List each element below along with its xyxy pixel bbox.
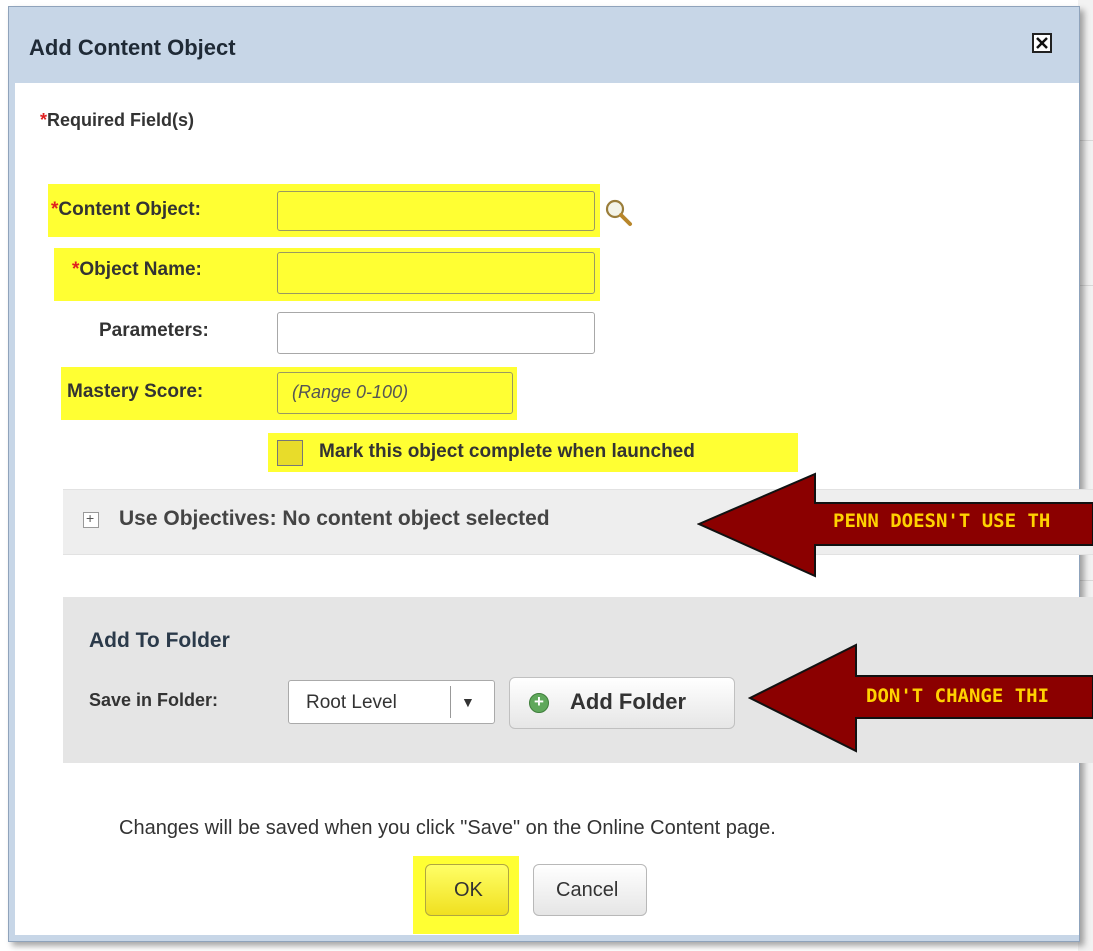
dialog-title: Add Content Object	[29, 35, 236, 60]
folder-select-value: Root Level	[306, 692, 397, 713]
close-icon	[1036, 37, 1048, 49]
add-to-folder-heading: Add To Folder	[89, 629, 230, 652]
required-note-text: Required Field(s)	[47, 110, 195, 130]
content-object-input[interactable]	[277, 191, 595, 231]
parameters-input[interactable]	[277, 312, 595, 354]
chevron-down-icon[interactable]: ▼	[461, 694, 475, 710]
mastery-score-label: Mastery Score:	[67, 381, 204, 402]
content-object-label-text: Content Object:	[58, 199, 201, 220]
required-fields-note: *Required Field(s)	[40, 110, 194, 131]
footer-note: Changes will be saved when you click "Sa…	[119, 817, 776, 839]
add-folder-label: Add Folder	[570, 689, 687, 714]
content-object-label: *Content Object:	[51, 199, 201, 221]
save-in-folder-label: Save in Folder:	[89, 690, 219, 710]
expand-icon[interactable]: +	[83, 510, 99, 528]
background-divider	[1080, 285, 1093, 286]
select-divider	[450, 686, 451, 718]
expand-glyph: +	[86, 510, 95, 526]
object-name-label: *Object Name:	[72, 259, 202, 281]
background-divider	[1080, 140, 1093, 141]
use-objectives-text[interactable]: Use Objectives: No content object select…	[119, 507, 550, 531]
ok-button[interactable]: OK	[425, 864, 509, 916]
required-star: *	[40, 110, 48, 130]
object-name-label-text: Object Name:	[79, 259, 202, 280]
mark-complete-label: Mark this object complete when launched	[319, 441, 695, 462]
dialog-titlebar[interactable]: Add Content Object	[9, 7, 1079, 83]
cancel-label: Cancel	[556, 879, 619, 901]
mastery-score-placeholder: (Range 0-100)	[292, 382, 409, 402]
callout-text-folder: DON'T CHANGE THI	[866, 685, 1050, 707]
object-name-input[interactable]	[277, 252, 595, 294]
callout-text-objectives: PENN DOESN'T USE TH	[833, 510, 1051, 532]
close-button[interactable]	[1032, 33, 1052, 53]
ok-label: OK	[454, 879, 483, 901]
search-icon[interactable]	[604, 198, 634, 228]
mark-complete-checkbox[interactable]	[277, 440, 303, 466]
parameters-label: Parameters:	[99, 320, 209, 341]
cancel-button[interactable]: Cancel	[533, 864, 647, 916]
plus-circle-icon: +	[529, 692, 549, 713]
